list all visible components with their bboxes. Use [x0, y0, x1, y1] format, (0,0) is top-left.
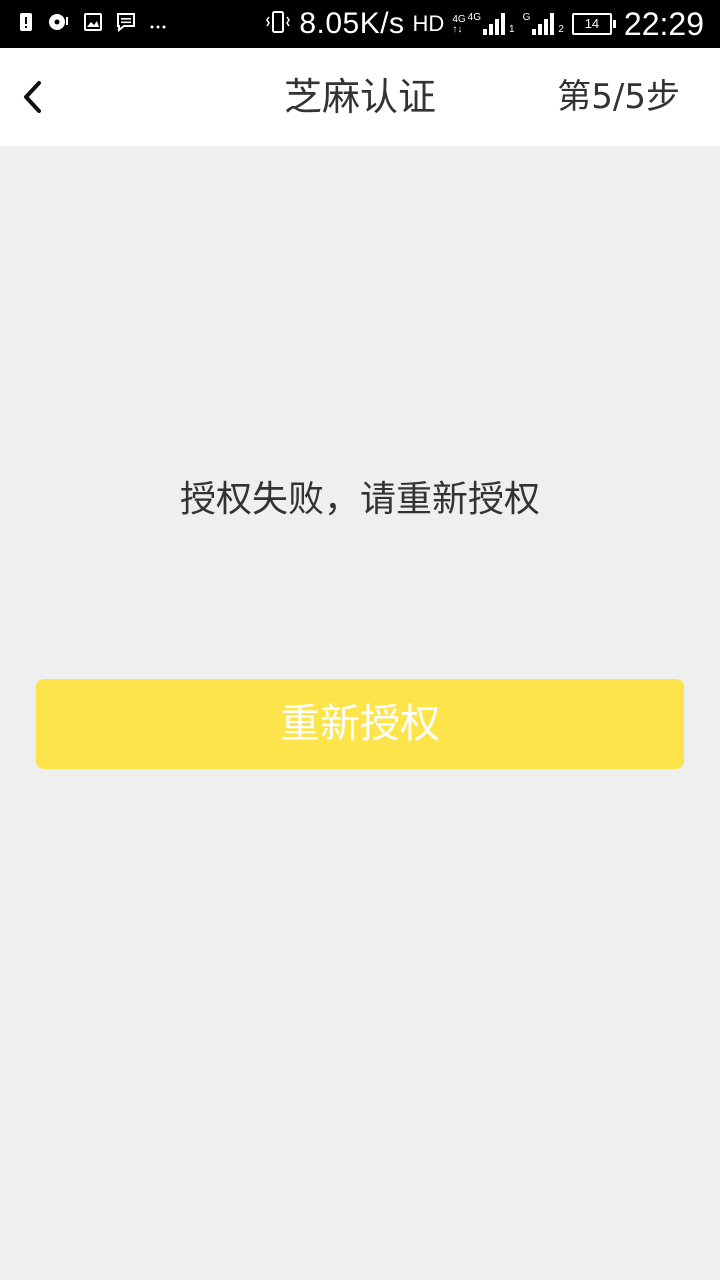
vibrate-icon: [265, 10, 291, 38]
signal-icon: 4G ↑↓ 4G 1: [452, 12, 515, 35]
music-icon: [48, 12, 70, 36]
net-arrows: ↑↓: [452, 24, 463, 35]
alert-icon: [18, 11, 34, 37]
battery-icon: 14: [571, 13, 616, 35]
system-icons: 8.05K/s HD 4G ↑↓ 4G 1 G 2 14 22:29: [265, 0, 704, 48]
image-icon: [84, 13, 102, 35]
message-icon: [116, 12, 136, 36]
clock: 22:29: [623, 5, 704, 42]
signal-2-icon: G 2: [523, 13, 564, 35]
notification-icons: [18, 0, 166, 48]
sim-2-label: 2: [558, 24, 564, 35]
nav-header: 芝麻认证 第5/5步: [0, 48, 720, 146]
reauthorize-button[interactable]: 重新授权: [36, 679, 684, 769]
status-bar: 8.05K/s HD 4G ↑↓ 4G 1 G 2 14 22:29: [0, 0, 720, 48]
more-icon: [150, 15, 166, 34]
auth-failed-message: 授权失败，请重新授权: [179, 479, 540, 520]
net-type-g: G: [522, 12, 531, 23]
step-indicator: 第5/5步: [557, 77, 680, 117]
net-type-2: 4G: [467, 12, 482, 23]
sim-1-label: 1: [509, 24, 515, 35]
net-speed: 8.05K/s: [299, 7, 405, 40]
hd-indicator: HD: [412, 11, 445, 36]
